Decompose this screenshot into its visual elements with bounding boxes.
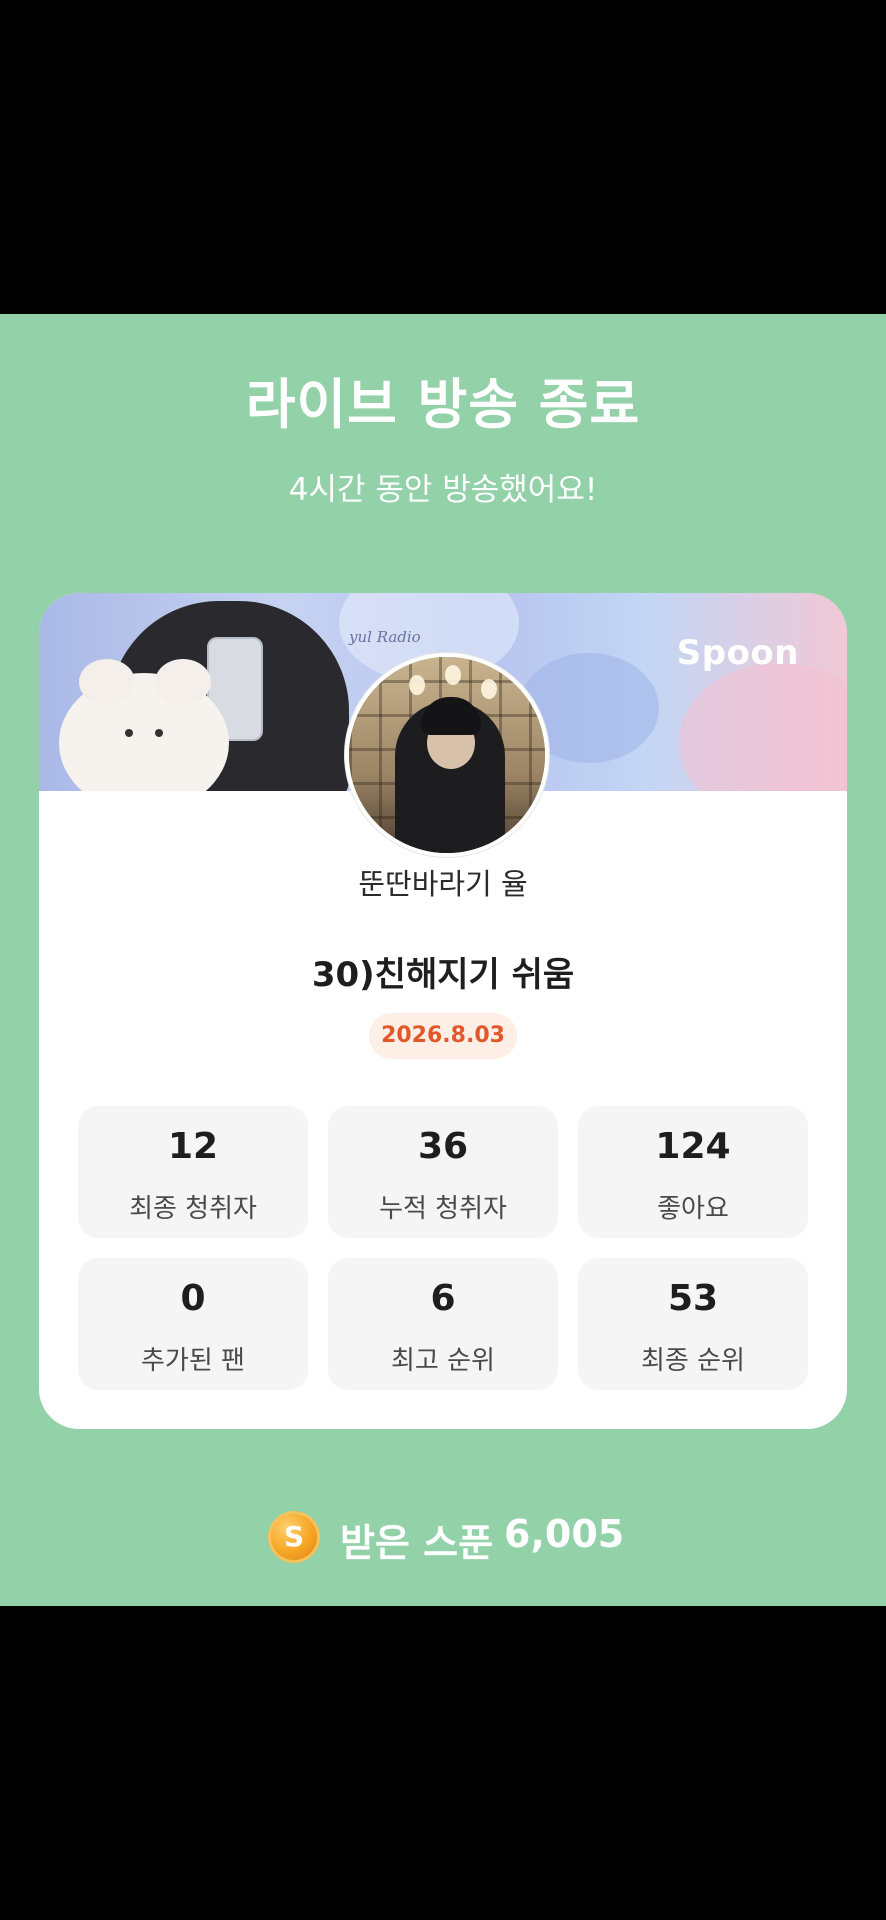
stat-value: 124: [655, 1126, 731, 1167]
stat-label: 최종 순위: [641, 1346, 745, 1376]
stat-new-fans: 0 추가된 팬: [78, 1258, 308, 1390]
live-title: 30)친해지기 쉬움: [311, 955, 575, 995]
stat-value: 0: [180, 1278, 206, 1319]
broadcast-duration-text: 4시간 동안 방송했어요!: [288, 472, 598, 508]
stat-total-listeners: 36 누적 청취자: [328, 1106, 558, 1238]
date-badge: 2026.8.03: [369, 1013, 517, 1059]
received-spoons-value: 6,005: [504, 1512, 625, 1556]
spoon-coin-icon: S: [271, 1514, 317, 1560]
plush-ear: [79, 659, 135, 705]
dj-nickname: 뚠딴바라기 율: [358, 867, 528, 901]
banner-plush-toy: [59, 659, 229, 791]
stat-likes: 124 좋아요: [578, 1106, 808, 1238]
stat-best-rank: 6 최고 순위: [328, 1258, 558, 1390]
live-summary-card: yul Radio Spoon 뚠딴바라기 율 30)친해지기 쉬움 2026.…: [39, 593, 847, 1429]
avatar-lamp: [481, 679, 497, 699]
stat-label: 누적 청취자: [379, 1194, 507, 1224]
plush-ear: [155, 659, 211, 705]
screen: 라이브 방송 종료 4시간 동안 방송했어요! yul Radio Spoon: [0, 0, 886, 1920]
page-title: 라이브 방송 종료: [245, 373, 641, 436]
stat-label: 좋아요: [657, 1194, 729, 1224]
spoon-logo: Spoon: [676, 633, 799, 673]
stat-value: 36: [417, 1126, 469, 1167]
avatar-lamp: [445, 665, 461, 685]
profile-avatar[interactable]: [345, 653, 549, 857]
received-spoons-label: 받은 스푼: [340, 1521, 494, 1565]
stat-value: 12: [167, 1126, 219, 1167]
stat-final-listeners: 12 최종 청취자: [78, 1106, 308, 1238]
plush-eye: [155, 729, 163, 737]
banner-script-text: yul Radio: [349, 628, 421, 646]
plush-eye: [125, 729, 133, 737]
stat-final-rank: 53 최종 순위: [578, 1258, 808, 1390]
stat-label: 최종 청취자: [129, 1194, 257, 1224]
stat-label: 최고 순위: [391, 1346, 495, 1376]
stat-value: 6: [430, 1278, 456, 1319]
stat-value: 53: [667, 1278, 719, 1319]
banner-cloud: [679, 663, 847, 791]
received-spoons: S 받은 스푼 6,005: [0, 1512, 886, 1566]
stat-label: 추가된 팬: [141, 1346, 245, 1376]
avatar-lamp: [409, 675, 425, 695]
